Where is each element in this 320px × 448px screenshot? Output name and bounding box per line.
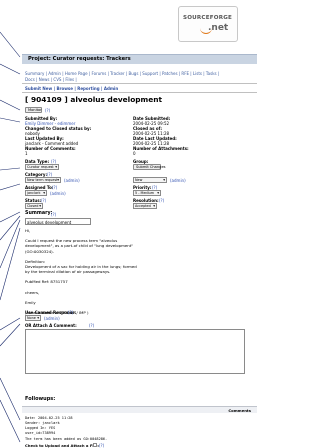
comment-textarea[interactable]: [25, 329, 245, 374]
item-title: [ 904109 ] alveolus development: [25, 95, 163, 104]
project-title: Project: Curator requests: Trackers: [28, 56, 131, 62]
summary-input[interactable]: alveolus development: [25, 218, 91, 225]
upload-checkbox[interactable]: [93, 443, 97, 447]
help-link[interactable]: (?): [99, 443, 104, 448]
status-select[interactable]: Closed: [25, 203, 43, 209]
comments-header: Comments: [228, 408, 251, 413]
divider: [22, 92, 257, 93]
help-link[interactable]: (?): [159, 198, 164, 203]
num-comments-value: 1: [25, 151, 28, 156]
comments-header-bar: Comments: [22, 406, 257, 413]
sourceforge-logo[interactable]: SOURCEFORGE .net: [178, 6, 238, 42]
help-link[interactable]: (?): [45, 108, 50, 113]
canned-admin-link[interactable]: (admin): [44, 316, 60, 321]
help-link[interactable]: (?): [68, 310, 73, 315]
data-type-select[interactable]: Curator request: [25, 164, 59, 170]
assigned-to-select[interactable]: janclark: [25, 190, 47, 196]
followup-text: The term has been added as GO:0048286.: [25, 437, 108, 441]
monitor-button[interactable]: Monitor: [25, 107, 42, 113]
category-select[interactable]: New term request: [25, 177, 61, 183]
summary-value: alveolus development: [27, 220, 72, 225]
upload-file-label: Check to Upload and Attach a File:: [25, 443, 100, 448]
project-title-bar: Project: Curator requests: Trackers: [22, 54, 257, 64]
tracker-subnav[interactable]: Submit New | Browse | Reporting | Admin: [25, 86, 118, 91]
canned-response-select[interactable]: None: [25, 315, 41, 321]
help-link[interactable]: (?): [52, 185, 57, 190]
project-nav-links[interactable]: Summary | Admin | Home Page | Forums | T…: [25, 71, 257, 82]
logo-text: SOURCEFORGE: [183, 15, 233, 21]
category-admin-link[interactable]: (admin): [64, 178, 80, 183]
num-attachments-label: Number of Attachments:: [133, 146, 189, 151]
assigned-admin-link[interactable]: (admin): [50, 191, 66, 196]
group-admin-link[interactable]: (admin): [170, 178, 186, 183]
group-select[interactable]: New: [133, 177, 167, 183]
submit-changes-button[interactable]: Submit Changes: [133, 164, 166, 170]
annotation-arrows: [0, 31, 21, 443]
divider: [22, 83, 257, 84]
priority-select[interactable]: 5 - Medium: [133, 190, 161, 196]
resolution-select[interactable]: Accepted: [133, 203, 157, 209]
followups-heading: Followups:: [25, 396, 56, 402]
item-description: Hi, Could I request the new process term…: [25, 228, 235, 315]
nav-links-line-2[interactable]: Docs | News | CVS | Files |: [25, 77, 257, 83]
help-link[interactable]: (?): [89, 323, 94, 328]
followup-user-id: user_id=738994: [25, 431, 56, 435]
num-comments-label: Number of Comments:: [25, 146, 76, 151]
attach-comment-label: OR Attach A Comment:: [25, 323, 77, 328]
help-link[interactable]: (?): [51, 212, 56, 217]
summary-label: Summary:: [25, 211, 53, 216]
num-attachments-value: 0: [133, 151, 136, 156]
